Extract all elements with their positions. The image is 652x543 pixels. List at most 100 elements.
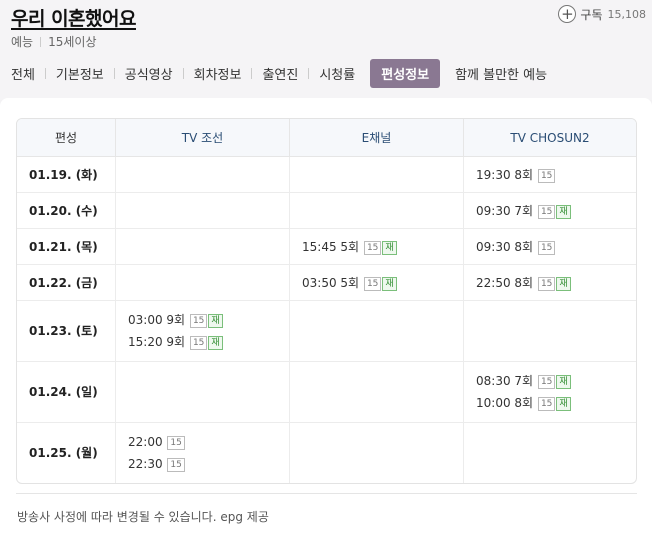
date-cell: 01.23. (토): [17, 301, 115, 362]
air-time: 10:00: [476, 396, 511, 410]
tab-cast[interactable]: 출연진: [252, 64, 308, 83]
table-row: 01.19. (화) 19:30 8회 15: [17, 157, 636, 193]
date-cell: 01.21. (목): [17, 229, 115, 265]
air-time: 03:00: [128, 313, 163, 327]
program-header: 우리 이혼했어요 예능 15세이상 + 구독 15,108 전체 기본정보 공식영…: [0, 0, 652, 100]
episode-number: 5회: [340, 239, 360, 254]
footer-notice: 방송사 사정에 따라 변경될 수 있습니다. epg 제공: [17, 510, 269, 524]
age-rating-label: 15세이상: [48, 35, 97, 49]
age-rating-badge: 15: [537, 204, 556, 219]
program-meta: 예능 15세이상: [11, 33, 96, 50]
tvchosun2-cell: 08:30 7회 15 재 10:00 8회 15 재: [463, 362, 636, 423]
airing-entry[interactable]: 09:30 7회 15 재: [476, 200, 624, 222]
plus-icon: +: [558, 5, 577, 23]
episode-number: 9회: [166, 313, 186, 327]
echannel-cell: [289, 193, 463, 229]
age-rating-badge: 15: [363, 240, 382, 255]
tab-bar: 전체 기본정보 공식영상 회차정보 출연진 시청률 편성정보 함께 볼만한 예능: [0, 58, 652, 88]
program-title[interactable]: 우리 이혼했어요: [11, 4, 136, 31]
air-time: 09:30: [476, 239, 511, 254]
air-time: 09:30: [476, 203, 511, 218]
air-time: 22:50: [476, 275, 511, 290]
column-header-schedule: 편성: [17, 119, 115, 157]
tab-basic-info[interactable]: 기본정보: [46, 64, 114, 83]
rerun-badge: 재: [208, 336, 223, 350]
meta-divider: [40, 37, 42, 47]
tab-recommended[interactable]: 함께 볼만한 예능: [445, 64, 557, 83]
column-header-echannel: E채널: [289, 119, 463, 157]
tvchosun2-cell: 19:30 8회 15: [463, 157, 636, 193]
tab-schedule[interactable]: 편성정보: [370, 58, 441, 88]
age-rating-badge: 15: [537, 276, 556, 291]
tvchosun-cell: [115, 362, 289, 423]
episode-number: 7회: [514, 203, 534, 218]
date-cell: 01.25. (월): [29, 446, 98, 460]
airing-entry[interactable]: 08:30 7회 15 재: [476, 370, 624, 392]
date-cell: 01.22. (금): [17, 265, 115, 301]
column-header-tvchosun2: TV CHOSUN2: [463, 119, 636, 157]
episode-number: 9회: [166, 335, 186, 349]
rerun-badge: 재: [382, 240, 397, 255]
episode-number: 8회: [514, 396, 534, 410]
tvchosun-cell: 22:00 15 22:30 15: [115, 423, 289, 483]
tvchosun2-cell: 09:30 8회 15: [463, 229, 636, 265]
column-header-tvchosun: TV 조선: [115, 119, 289, 157]
age-rating-badge: 15: [537, 240, 556, 255]
airing-entry[interactable]: 22:50 8회 15 재: [476, 272, 624, 294]
air-time: 15:20: [128, 335, 163, 349]
airing-entry[interactable]: 15:20 9회 15 재: [128, 331, 277, 353]
rerun-badge: 재: [556, 276, 571, 291]
tvchosun-cell: [115, 265, 289, 301]
air-time: 03:50: [302, 275, 337, 290]
age-rating-badge: 15: [189, 336, 208, 350]
tvchosun-cell: [115, 193, 289, 229]
airing-entry[interactable]: 19:30 8회 15: [476, 164, 624, 186]
air-time: 15:45: [302, 239, 337, 254]
tab-ratings[interactable]: 시청률: [309, 64, 365, 83]
tvchosun2-cell: [463, 301, 636, 362]
genre-label: 예능: [11, 35, 34, 49]
footer-divider: [16, 493, 637, 494]
airing-entry[interactable]: 15:45 5회 15 재: [302, 236, 451, 258]
episode-number: 8회: [514, 239, 534, 254]
air-time: 08:30: [476, 374, 511, 388]
airing-entry[interactable]: 09:30 8회 15: [476, 236, 624, 258]
age-rating-badge: 15: [537, 168, 556, 183]
table-row: 01.23. (토) 03:00 9회 15 재 15:20 9회 15 재: [17, 301, 636, 362]
rerun-badge: 재: [208, 314, 223, 328]
tvchosun-cell: [115, 157, 289, 193]
age-rating-badge: 15: [167, 436, 185, 450]
episode-number: 8회: [514, 275, 534, 290]
tvchosun-cell: [115, 229, 289, 265]
table-row: 01.22. (금) 03:50 5회 15 재 22:50 8회 15 재: [17, 265, 636, 301]
airing-entry[interactable]: 10:00 8회 15 재: [476, 392, 624, 414]
rerun-badge: 재: [382, 276, 397, 291]
airing-entry[interactable]: 03:50 5회 15 재: [302, 272, 451, 294]
table-row: 01.20. (수) 09:30 7회 15 재: [17, 193, 636, 229]
table-row: 01.21. (목) 15:45 5회 15 재 09:30 8회 15: [17, 229, 636, 265]
airing-entry[interactable]: 03:00 9회 15 재: [128, 309, 277, 331]
age-rating-badge: 15: [537, 375, 556, 389]
airing-entry[interactable]: 22:00 15: [128, 431, 277, 453]
rerun-badge: 재: [556, 375, 571, 389]
subscribe-button[interactable]: + 구독 15,108: [558, 5, 646, 23]
age-rating-badge: 15: [167, 458, 185, 472]
air-time: 22:00: [128, 435, 163, 449]
table-header-row: 편성 TV 조선 E채널 TV CHOSUN2: [17, 119, 636, 157]
date-cell: 01.20. (수): [17, 193, 115, 229]
tab-all[interactable]: 전체: [0, 64, 45, 83]
table-row: 01.25. (월) 22:00 15 22:30 15: [17, 423, 636, 483]
date-cell: 01.19. (화): [17, 157, 115, 193]
airing-entry[interactable]: 22:30 15: [128, 453, 277, 475]
date-cell: 01.24. (일): [17, 362, 115, 423]
air-time: 22:30: [128, 457, 163, 471]
subscribe-count: 15,108: [607, 7, 647, 21]
echannel-cell: [289, 157, 463, 193]
tab-episode-info[interactable]: 회차정보: [184, 64, 252, 83]
tab-official-videos[interactable]: 공식영상: [115, 64, 183, 83]
episode-number: 7회: [514, 374, 534, 388]
rerun-badge: 재: [556, 397, 571, 411]
subscribe-label: 구독: [580, 7, 603, 22]
table-row: 01.24. (일) 08:30 7회 15 재 10:00 8회 15 재: [17, 362, 636, 423]
echannel-cell: [289, 301, 463, 362]
